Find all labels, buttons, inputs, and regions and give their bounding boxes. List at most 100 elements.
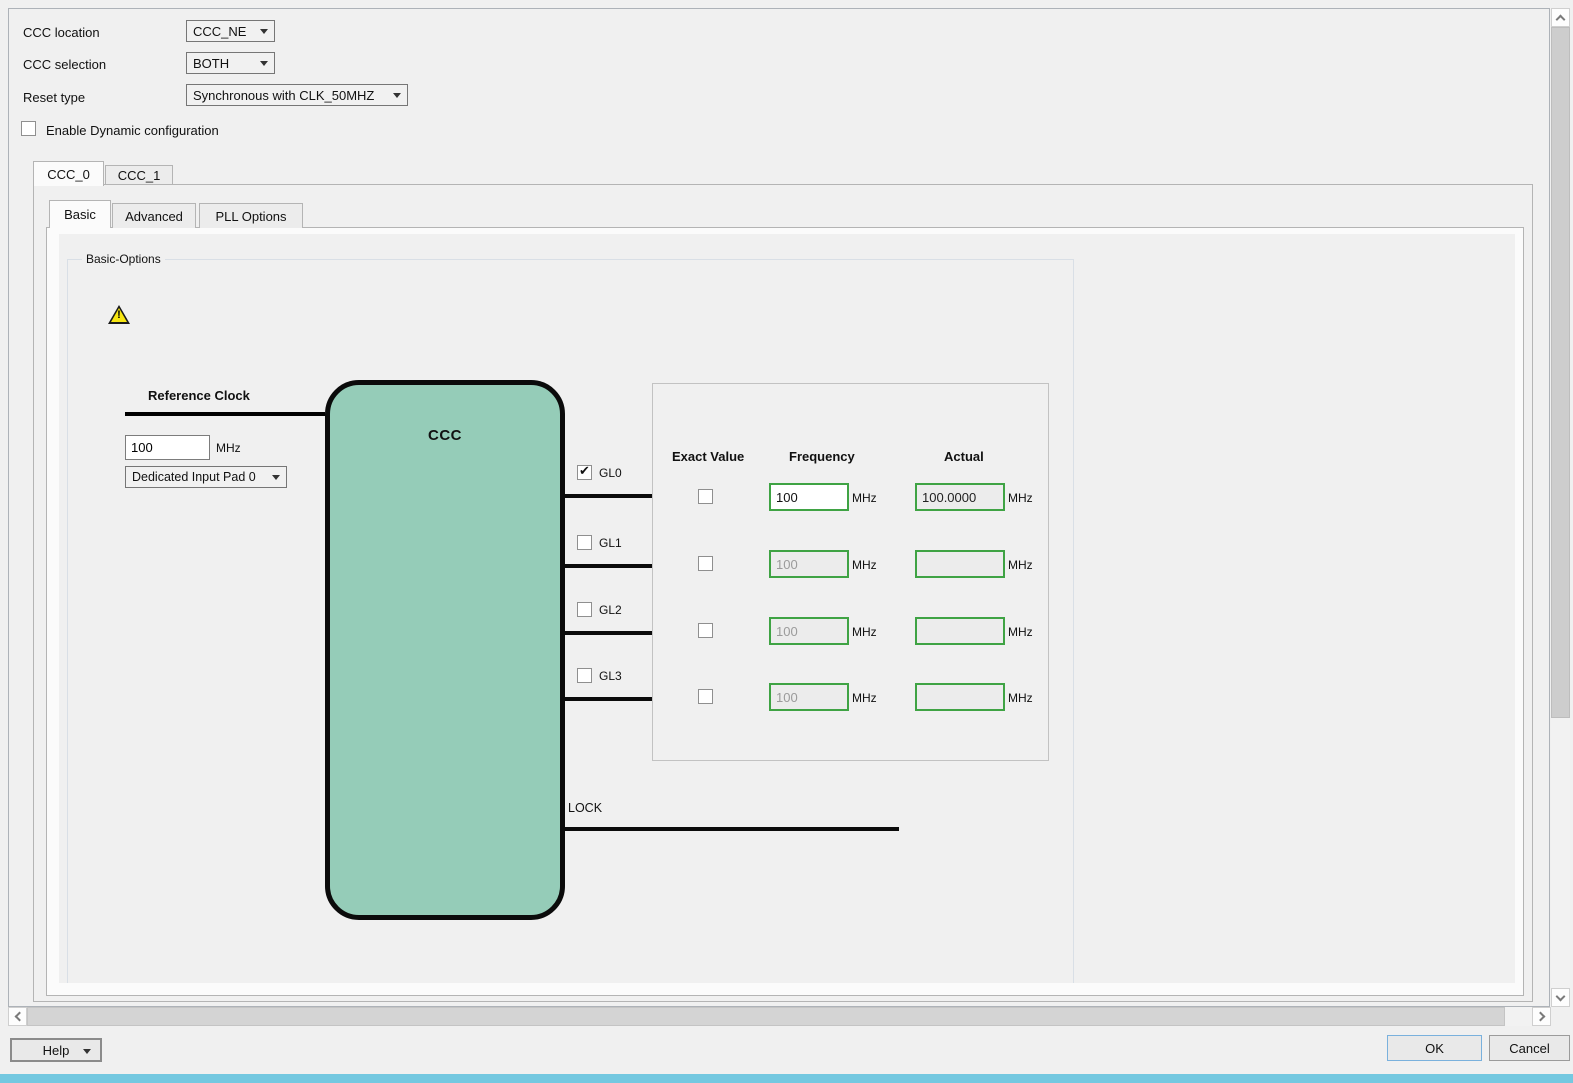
chevron-down-icon xyxy=(1555,991,1566,1001)
gl0-exact-value-checkbox[interactable] xyxy=(698,489,713,504)
chevron-down-icon xyxy=(260,29,268,34)
ccc-location-label: CCC location xyxy=(23,25,100,40)
ccc-selection-label: CCC selection xyxy=(23,57,107,72)
tab-ccc-1[interactable]: CCC_1 xyxy=(105,165,173,184)
gl3-checkbox[interactable] xyxy=(577,668,592,683)
tab-advanced[interactable]: Advanced xyxy=(112,203,196,228)
lock-label: LOCK xyxy=(568,801,603,815)
reset-type-value: Synchronous with CLK_50MHZ xyxy=(193,87,375,103)
ccc-block: CCC xyxy=(325,380,565,920)
gl2-checkbox[interactable] xyxy=(577,602,592,617)
output-frequency-panel: Exact Value Frequency Actual MHz MHz xyxy=(652,383,1049,761)
ccc-selection-select[interactable]: BOTH xyxy=(186,52,275,74)
reference-source-select[interactable]: Dedicated Input Pad 0 xyxy=(125,466,287,488)
basic-options-groupbox: Basic-Options ! Reference Clock MHz Dedi… xyxy=(67,252,1074,983)
gl0-frequency-input[interactable] xyxy=(769,483,849,511)
scroll-down-button[interactable] xyxy=(1551,988,1570,1007)
gl2-actual-field xyxy=(915,617,1005,645)
gl0-actual-field xyxy=(915,483,1005,511)
chevron-down-icon xyxy=(272,475,280,480)
lock-wire xyxy=(565,827,899,831)
cancel-button[interactable]: Cancel xyxy=(1489,1035,1570,1061)
ccc-location-value: CCC_NE xyxy=(193,23,247,39)
gl2-frequency-unit: MHz xyxy=(852,625,877,639)
gl1-actual-unit: MHz xyxy=(1008,558,1033,572)
basic-options-title: Basic-Options xyxy=(82,252,165,266)
horizontal-scrollbar[interactable] xyxy=(8,1007,1551,1026)
tab-ccc-0[interactable]: CCC_0 xyxy=(33,161,104,186)
gl1-label: GL1 xyxy=(599,536,622,550)
exact-value-header: Exact Value xyxy=(672,449,745,464)
gl0-wire xyxy=(565,494,653,498)
gl2-wire xyxy=(565,631,653,635)
gl2-exact-value-checkbox[interactable] xyxy=(698,623,713,638)
actual-header: Actual xyxy=(944,449,984,464)
tab-ccc-1-label: CCC_1 xyxy=(117,167,161,183)
gl2-actual-unit: MHz xyxy=(1008,625,1033,639)
frequency-header: Frequency xyxy=(789,449,855,464)
gl0-actual-unit: MHz xyxy=(1008,491,1033,505)
enable-dynamic-config-label: Enable Dynamic configuration xyxy=(46,123,219,138)
gl2-label: GL2 xyxy=(599,603,622,617)
vertical-scrollbar[interactable] xyxy=(1551,8,1570,1007)
gl3-output: GL3 xyxy=(565,668,653,701)
gl0-label: GL0 xyxy=(599,466,622,480)
tab-pll-options-label: PLL Options xyxy=(215,208,287,224)
gl0-frequency-unit: MHz xyxy=(852,491,877,505)
gl1-exact-value-checkbox[interactable] xyxy=(698,556,713,571)
gl1-checkbox[interactable] xyxy=(577,535,592,550)
scroll-up-button[interactable] xyxy=(1551,8,1570,27)
chevron-down-icon xyxy=(260,61,268,66)
chevron-right-icon xyxy=(1535,1011,1545,1022)
tab-pll-options[interactable]: PLL Options xyxy=(199,203,303,228)
horizontal-scrollbar-thumb[interactable] xyxy=(27,1007,1505,1026)
gl2-frequency-row: MHz MHz xyxy=(653,617,1048,645)
window-accent-bar xyxy=(0,1074,1573,1083)
gl0-frequency-row: MHz MHz xyxy=(653,483,1048,511)
gl3-exact-value-checkbox[interactable] xyxy=(698,689,713,704)
ok-button-label: OK xyxy=(1425,1040,1444,1056)
tab-basic[interactable]: Basic xyxy=(49,200,111,228)
reference-frequency-input[interactable] xyxy=(125,435,210,460)
vertical-scrollbar-thumb[interactable] xyxy=(1551,27,1570,718)
tab-advanced-label: Advanced xyxy=(125,208,183,224)
warning-icon: ! xyxy=(108,305,130,324)
gl1-actual-field xyxy=(915,550,1005,578)
chevron-down-icon xyxy=(393,93,401,98)
reset-type-select[interactable]: Synchronous with CLK_50MHZ xyxy=(186,84,408,106)
ccc-location-select[interactable]: CCC_NE xyxy=(186,20,275,42)
ok-button[interactable]: OK xyxy=(1387,1035,1482,1061)
ccc0-tab-page: Basic Advanced PLL Options Basic-Options… xyxy=(33,184,1533,1002)
chevron-down-icon xyxy=(83,1049,91,1054)
reference-clock-title: Reference Clock xyxy=(148,388,250,403)
chevron-up-icon xyxy=(1555,14,1566,24)
enable-dynamic-config-checkbox[interactable] xyxy=(21,121,36,136)
gl3-actual-field xyxy=(915,683,1005,711)
basic-pane: Basic-Options ! Reference Clock MHz Dedi… xyxy=(59,234,1515,983)
gl1-frequency-row: MHz MHz xyxy=(653,550,1048,578)
scroll-right-button[interactable] xyxy=(1532,1007,1551,1026)
chevron-left-icon xyxy=(14,1011,24,1022)
gl1-frequency-unit: MHz xyxy=(852,558,877,572)
gl3-frequency-row: MHz MHz xyxy=(653,683,1048,711)
gl0-checkbox[interactable] xyxy=(577,463,592,480)
gl0-output: GL0 xyxy=(565,463,653,498)
gl2-output: GL2 xyxy=(565,602,653,635)
basic-tab-page: Basic-Options ! Reference Clock MHz Dedi… xyxy=(46,227,1524,996)
gl3-wire xyxy=(565,697,653,701)
gl3-frequency-unit: MHz xyxy=(852,691,877,705)
ccc-block-label: CCC xyxy=(428,427,462,444)
scroll-left-button[interactable] xyxy=(8,1007,27,1026)
ccc-selection-value: BOTH xyxy=(193,55,230,71)
reset-type-label: Reset type xyxy=(23,90,86,105)
cancel-button-label: Cancel xyxy=(1509,1040,1550,1056)
gl1-frequency-input xyxy=(769,550,849,578)
config-scroll-viewport: CCC location CCC_NE CCC selection BOTH R… xyxy=(8,8,1550,1007)
reference-frequency-unit: MHz xyxy=(216,441,241,455)
gl3-frequency-input xyxy=(769,683,849,711)
reference-clock-wire xyxy=(125,412,325,416)
help-button[interactable]: Help xyxy=(10,1038,102,1062)
gl3-label: GL3 xyxy=(599,669,622,683)
gl3-actual-unit: MHz xyxy=(1008,691,1033,705)
gl2-frequency-input xyxy=(769,617,849,645)
